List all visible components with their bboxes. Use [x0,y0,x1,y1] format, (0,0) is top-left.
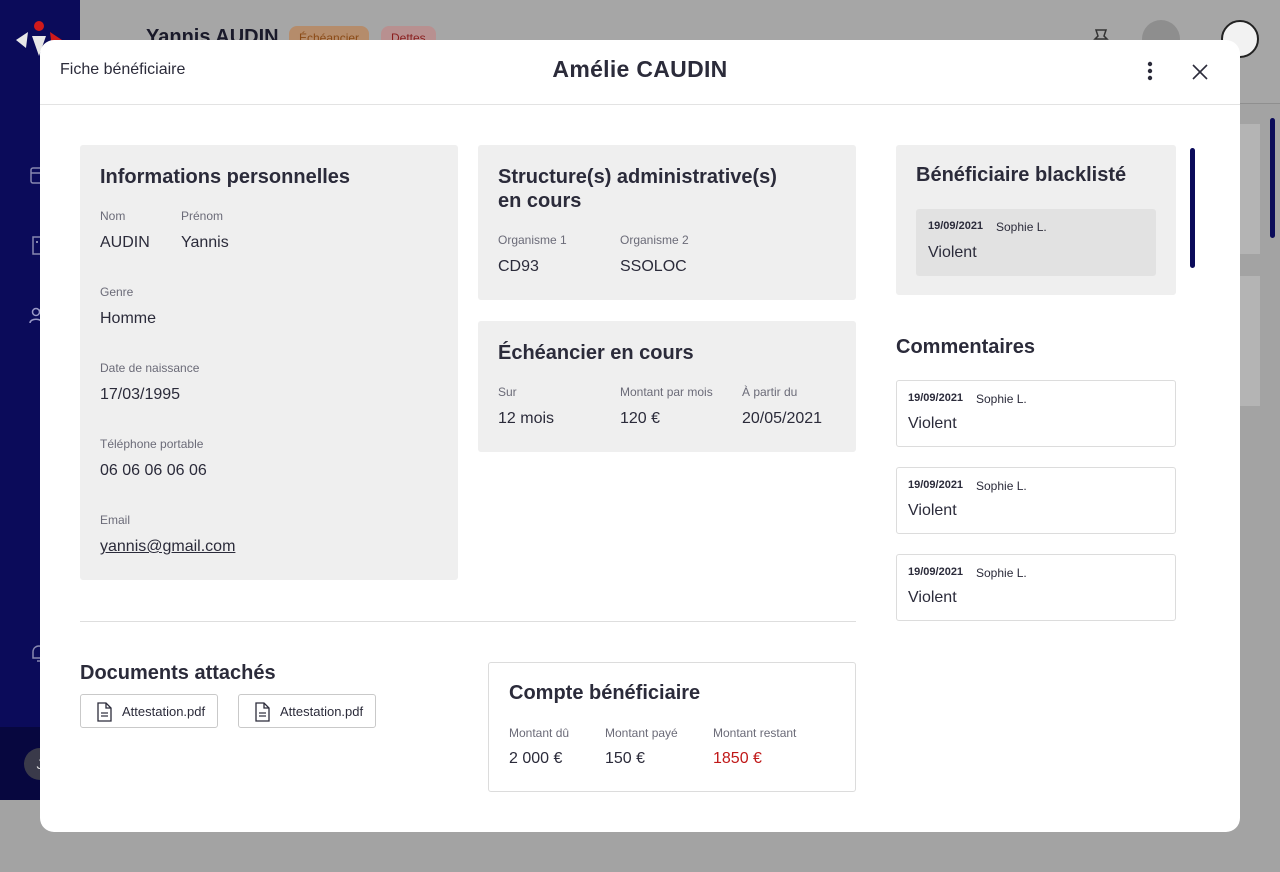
personal-info-card: Informations personnelles Nom AUDIN Prén… [80,145,458,580]
comment-date: 19/09/2021 [908,566,964,578]
last-name-value: AUDIN [100,234,150,251]
comment-date: 19/09/2021 [908,479,964,491]
org2-value: SSOLOC [620,258,687,275]
modal-label: Fiche bénéficiaire [60,61,186,78]
blacklist-card: Bénéficiaire blacklisté 19/09/2021 Sophi… [896,145,1176,295]
org1-value: CD93 [498,258,539,275]
background-scrollbar[interactable] [1270,118,1275,238]
comment-item[interactable]: 19/09/2021 Sophie L. Violent [896,554,1176,621]
account-card: Compte bénéficiaire Montant dû 2 000 € M… [488,662,856,792]
close-icon[interactable] [1186,58,1214,86]
birthdate-value: 17/03/1995 [100,386,181,403]
comment-text: Violent [908,415,957,432]
comments-title: Commentaires [896,336,1035,358]
monthly-amount-label: Montant par mois [620,385,713,399]
org2-label: Organisme 2 [620,233,689,247]
gender-value: Homme [100,310,157,327]
amount-paid-value: 150 € [605,750,646,767]
gender-label: Genre [100,285,134,299]
document-name: Attestation.pdf [122,704,206,719]
document-attachment-button[interactable]: Attestation.pdf [238,694,376,728]
file-icon [97,702,112,722]
comment-text: Violent [908,502,957,519]
document-name: Attestation.pdf [280,704,364,719]
start-date-label: À partir du [742,385,798,399]
account-title: Compte bénéficiaire [509,682,701,704]
first-name-label: Prénom [181,209,224,223]
admin-structures-title-line2: en cours [498,190,582,212]
modal-title: Amélie CAUDIN [552,56,728,82]
comment-author: Sophie L. [976,566,1027,580]
schedule-card: Échéancier en cours Sur 12 mois Montant … [478,321,856,452]
modal-scrollbar[interactable] [1190,148,1195,268]
blacklist-title: Bénéficiaire blacklisté [916,164,1127,186]
email-link[interactable]: yannis@gmail.com [100,538,235,556]
comment-item[interactable]: 19/09/2021 Sophie L. Violent [896,467,1176,534]
comment-author: Sophie L. [976,392,1027,406]
documents-title: Documents attachés [80,662,276,684]
note-author: Sophie L. [996,220,1047,234]
comment-author: Sophie L. [976,479,1027,493]
monthly-amount-value: 120 € [620,410,661,427]
phone-label: Téléphone portable [100,437,204,451]
birthdate-label: Date de naissance [100,361,200,375]
amount-remaining-label: Montant restant [713,726,797,740]
amount-due-value: 2 000 € [509,750,563,767]
comment-date: 19/09/2021 [908,392,964,404]
admin-structures-card: Structure(s) administrative(s) en cours … [478,145,856,300]
blacklist-note: 19/09/2021 Sophie L. Violent [916,209,1156,276]
beneficiary-modal: Fiche bénéficiaire Amélie CAUDIN Informa… [40,40,1240,832]
duration-value: 12 mois [498,410,555,427]
document-attachment-button[interactable]: Attestation.pdf [80,694,218,728]
schedule-title: Échéancier en cours [498,342,694,364]
note-text: Violent [928,244,977,261]
file-icon [255,702,270,722]
modal-header: Fiche bénéficiaire Amélie CAUDIN [40,40,1240,105]
amount-due-label: Montant dû [509,726,570,740]
personal-info-title: Informations personnelles [100,166,351,188]
more-vertical-icon[interactable] [1136,57,1164,85]
amount-remaining-value: 1850 € [713,750,762,767]
section-divider [80,621,856,622]
org1-label: Organisme 1 [498,233,567,247]
last-name-label: Nom [100,209,126,223]
email-label: Email [100,513,131,527]
comment-item[interactable]: 19/09/2021 Sophie L. Violent [896,380,1176,447]
start-date-value: 20/05/2021 [742,410,823,427]
duration-label: Sur [498,385,517,399]
first-name-value: Yannis [181,234,229,251]
comment-text: Violent [908,589,957,606]
note-date: 19/09/2021 [928,220,984,232]
phone-value: 06 06 06 06 06 [100,462,207,479]
amount-paid-label: Montant payé [605,726,678,740]
admin-structures-title-line1: Structure(s) administrative(s) [498,166,777,188]
